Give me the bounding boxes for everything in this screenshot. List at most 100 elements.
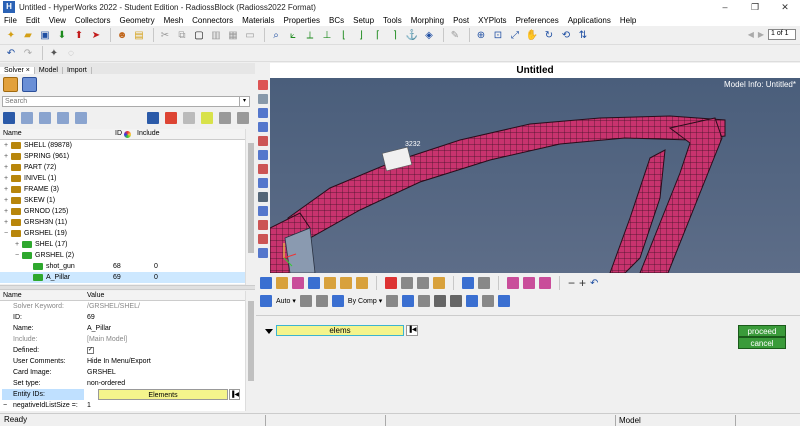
tree-row[interactable]: A_Pillar 69 0 [0, 272, 245, 283]
entity-filter-icon[interactable] [3, 112, 15, 124]
tree-row[interactable]: + SHELL (89878) [0, 140, 245, 151]
display-mode-icon[interactable] [147, 112, 159, 124]
shrink-icon[interactable] [258, 150, 268, 160]
property-row[interactable]: User Comments: Hide In Menu/Export [0, 356, 245, 367]
menu-collectors[interactable]: Collectors [75, 16, 111, 25]
undo-view-icon[interactable]: ↶ [590, 278, 598, 289]
display-color-icon[interactable] [165, 112, 177, 124]
materials-icon[interactable] [308, 277, 320, 289]
menu-xyplots[interactable]: XYPlots [478, 16, 506, 25]
collapse-icon[interactable]: − [3, 400, 7, 411]
tree-row[interactable]: + FRAME (3) [0, 184, 245, 195]
tree-row[interactable]: + SKEW (1) [0, 195, 245, 206]
undo-icon[interactable]: ↶ [4, 46, 18, 60]
mask-icon[interactable]: ◌ [64, 46, 78, 60]
shaded-icon[interactable] [258, 80, 268, 90]
panel-splitter[interactable] [0, 285, 255, 290]
menu-edit[interactable]: Edit [26, 16, 40, 25]
isolate-icon[interactable] [183, 112, 195, 124]
zoom-in-icon[interactable]: ⊕ [474, 28, 488, 42]
cube-icon[interactable] [331, 295, 344, 307]
graphics-area[interactable]: Model Info: Untitled* 3232 [270, 78, 800, 273]
menu-applications[interactable]: Applications [568, 16, 611, 25]
curve-icon[interactable] [315, 295, 328, 307]
tree-col-include[interactable]: Include [137, 130, 160, 137]
property-row[interactable]: Name: A_Pillar [0, 323, 245, 334]
minus-icon[interactable]: − [568, 276, 575, 290]
tree-scroll-thumb[interactable] [248, 143, 254, 253]
wrench-icon[interactable] [478, 277, 490, 289]
numbers-icon[interactable] [258, 192, 268, 202]
orbit-icon[interactable]: ⇅ [576, 28, 590, 42]
selection-icon[interactable] [260, 295, 272, 307]
collapse-icon[interactable]: − [3, 228, 9, 239]
fit-icon[interactable]: ⤢ [508, 28, 522, 42]
search-options-icon[interactable]: ▾ [239, 96, 250, 107]
screen-icon[interactable] [498, 295, 511, 307]
panel-icon[interactable]: ▭ [243, 28, 257, 42]
next-icon[interactable] [523, 277, 535, 289]
view-left-icon[interactable]: ⌊ [337, 28, 351, 42]
page-prev-icon[interactable]: ◀ [748, 30, 754, 39]
highlight-icon[interactable] [201, 112, 213, 124]
zoom-window-icon[interactable]: ⊡ [491, 28, 505, 42]
view-bottom-icon[interactable]: ⊥ [320, 28, 334, 42]
tab-import[interactable]: Import [63, 67, 92, 74]
menu-properties[interactable]: Properties [284, 16, 320, 25]
tree-row[interactable]: − GRSHEL (19) [0, 228, 245, 239]
export-icon[interactable]: ⬆ [72, 28, 86, 42]
menu-bcs[interactable]: BCs [329, 16, 344, 25]
property-row[interactable]: Set type: non-ordered [0, 378, 245, 389]
reset-entity-icon[interactable]: ▐◀ [229, 389, 240, 400]
expand-icon[interactable]: + [14, 239, 20, 250]
run-icon[interactable]: ➤ [89, 28, 103, 42]
props-scroll-thumb[interactable] [248, 301, 254, 381]
entity-ids-selector[interactable]: Elements [98, 389, 228, 400]
pin-icon[interactable]: ✎ [448, 28, 462, 42]
label-icon[interactable] [258, 234, 268, 244]
normals-icon[interactable] [258, 178, 268, 188]
redo-icon[interactable]: ↷ [21, 46, 35, 60]
section-icon[interactable] [258, 248, 268, 258]
lasso-icon[interactable] [299, 295, 312, 307]
view-back-icon[interactable]: ⌉ [388, 28, 402, 42]
expand-icon[interactable]: + [3, 151, 9, 162]
spin-icon[interactable]: ⟲ [559, 28, 573, 42]
tree-row[interactable]: + SPRING (961) [0, 151, 245, 162]
show-icon[interactable] [57, 112, 69, 124]
transparency-icon[interactable] [258, 122, 268, 132]
grid-tool-icon[interactable] [462, 277, 474, 289]
menu-preferences[interactable]: Preferences [516, 16, 559, 25]
session-icon[interactable]: ▤ [132, 28, 146, 42]
eye-icon[interactable] [219, 112, 231, 124]
tree-row[interactable]: + GRSH3N (11) [0, 217, 245, 228]
menu-mesh[interactable]: Mesh [164, 16, 184, 25]
expand-icon[interactable]: + [3, 162, 9, 173]
menu-morphing[interactable]: Morphing [411, 16, 444, 25]
tree-row[interactable]: + SHEL (17) [0, 239, 245, 250]
sets-icon[interactable] [340, 277, 352, 289]
collapse-icon[interactable]: − [14, 250, 20, 261]
new-icon[interactable]: ✦ [4, 28, 18, 42]
expand-icon[interactable]: + [3, 195, 9, 206]
property-value[interactable]: A_Pillar [87, 323, 111, 334]
menu-materials[interactable]: Materials [242, 16, 274, 25]
property-row[interactable]: Include: [Main Model] [0, 334, 245, 345]
tree-row[interactable]: + GRNOD (125) [0, 206, 245, 217]
refresh-icon[interactable] [260, 277, 272, 289]
expand-icon[interactable]: + [3, 173, 9, 184]
feature-icon[interactable] [258, 108, 268, 118]
wireframe-icon[interactable] [258, 94, 268, 104]
properties-icon[interactable] [292, 277, 304, 289]
tree-row[interactable]: shot_gun 68 0 [0, 261, 245, 272]
minimize-button[interactable]: – [710, 0, 740, 14]
layout-icon[interactable]: ▥ [209, 28, 223, 42]
menu-help[interactable]: Help [620, 16, 636, 25]
maximize-button[interactable]: ❐ [740, 0, 770, 14]
props-scrollbar[interactable] [245, 291, 255, 411]
solver-browser-icon[interactable] [3, 76, 18, 92]
collector-icon[interactable] [276, 277, 288, 289]
bar-icon[interactable] [450, 295, 463, 307]
reset-selection-icon[interactable]: ▐◀ [406, 325, 418, 336]
filter-icon[interactable] [482, 295, 495, 307]
